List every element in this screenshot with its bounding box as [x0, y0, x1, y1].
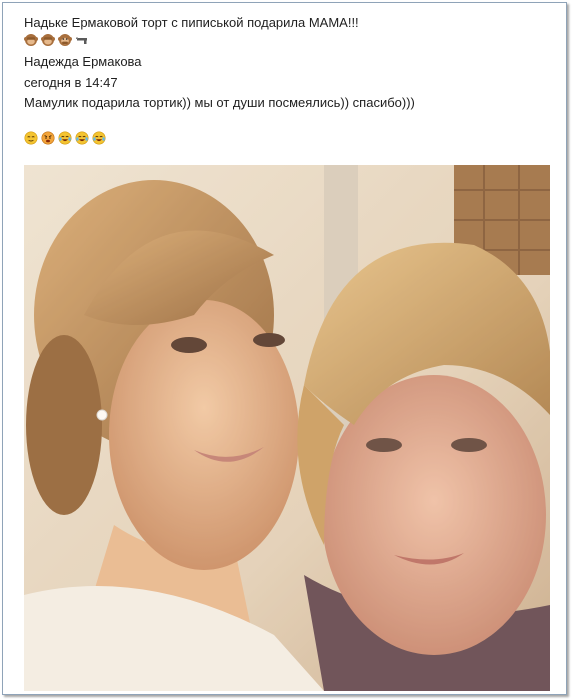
speak-no-evil-monkey-icon — [58, 33, 72, 47]
post-card: Надьке Ермаковой торт с пиписькой подари… — [2, 2, 567, 695]
post-timestamp[interactable]: сегодня в 14:47 — [24, 75, 118, 91]
see-no-evil-monkey-icon — [24, 33, 38, 47]
relieved-face-icon — [24, 131, 38, 145]
post-author[interactable]: Надежда Ермакова — [24, 54, 142, 70]
see-no-evil-monkey-icon — [41, 33, 55, 47]
message-emoji-row — [24, 131, 106, 145]
angry-face-icon — [41, 131, 55, 145]
post-message: Мамулик подарила тортик)) мы от души пос… — [24, 95, 415, 110]
title-emoji-row — [24, 33, 89, 47]
post-title: Надьке Ермаковой торт с пиписькой подари… — [24, 15, 359, 30]
selfie-photo-illustration — [24, 165, 550, 691]
tears-of-joy-face-icon — [58, 131, 72, 145]
gun-icon — [75, 33, 89, 47]
tears-of-joy-face-icon — [75, 131, 89, 145]
post-photo[interactable] — [24, 165, 550, 691]
tears-of-joy-face-icon — [92, 131, 106, 145]
